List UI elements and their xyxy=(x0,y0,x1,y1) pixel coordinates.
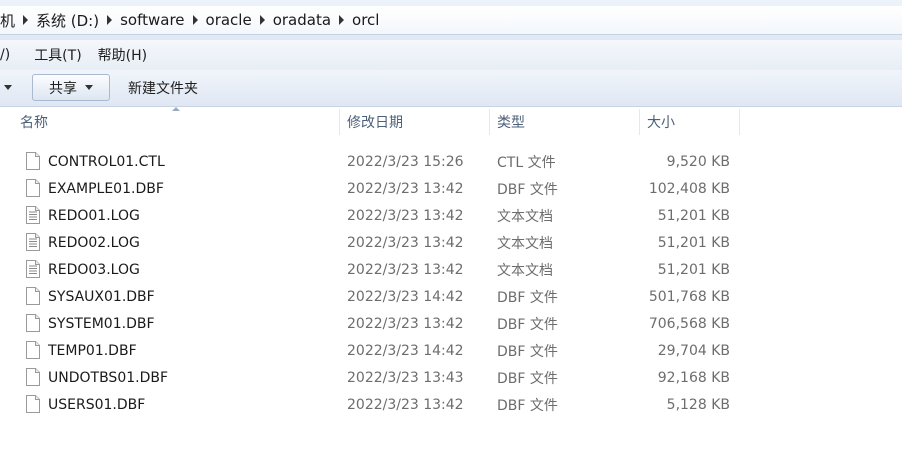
file-row[interactable]: EXAMPLE01.DBF 2022/3/23 13:42 DBF 文件 102… xyxy=(0,175,902,202)
column-date[interactable]: 修改日期 xyxy=(339,107,489,137)
text-file-icon xyxy=(26,233,40,251)
file-name: EXAMPLE01.DBF xyxy=(48,180,164,197)
text-file-icon xyxy=(26,260,40,278)
file-size: 5,128 KB xyxy=(666,396,730,413)
chevron-right-icon[interactable] xyxy=(259,15,265,25)
file-row[interactable]: CONTROL01.CTL 2022/3/23 15:26 CTL 文件 9,5… xyxy=(0,148,902,175)
menu-view[interactable]: /) xyxy=(0,47,18,63)
breadcrumb-software[interactable]: software xyxy=(114,11,190,29)
chevron-down-icon xyxy=(85,85,93,90)
file-row[interactable]: REDO01.LOG 2022/3/23 13:42 文本文档 51,201 K… xyxy=(0,202,902,229)
blank-file-icon xyxy=(26,341,40,359)
file-date: 2022/3/23 13:42 xyxy=(347,234,464,251)
file-type: 文本文档 xyxy=(497,262,553,279)
column-name-label: 名称 xyxy=(20,115,48,131)
organize-dropdown-icon[interactable] xyxy=(4,85,12,90)
file-name: UNDOTBS01.DBF xyxy=(48,369,169,386)
address-bar-area: 机 系统 (D:) software oracle oradata orcl xyxy=(0,0,902,40)
file-date: 2022/3/23 13:42 xyxy=(347,207,464,224)
file-date: 2022/3/23 13:42 xyxy=(347,180,464,197)
file-type: CTL 文件 xyxy=(497,154,556,171)
file-row[interactable]: SYSTEM01.DBF 2022/3/23 13:42 DBF 文件 706,… xyxy=(0,310,902,337)
file-date: 2022/3/23 13:43 xyxy=(347,369,464,386)
file-size: 51,201 KB xyxy=(657,261,730,278)
chevron-right-icon[interactable] xyxy=(107,15,113,25)
file-type: DBF 文件 xyxy=(497,397,558,414)
file-type: DBF 文件 xyxy=(497,289,558,306)
file-date: 2022/3/23 13:42 xyxy=(347,261,464,278)
file-date: 2022/3/23 15:26 xyxy=(347,153,464,170)
file-name: SYSTEM01.DBF xyxy=(48,315,155,332)
chevron-right-icon[interactable] xyxy=(23,15,29,25)
breadcrumb-orcl[interactable]: orcl xyxy=(346,11,385,29)
address-bar[interactable]: 机 系统 (D:) software oracle oradata orcl xyxy=(0,6,902,35)
file-type: DBF 文件 xyxy=(497,316,558,333)
file-row[interactable]: REDO03.LOG 2022/3/23 13:42 文本文档 51,201 K… xyxy=(0,256,902,283)
blank-file-icon xyxy=(26,287,40,305)
blank-file-icon xyxy=(26,314,40,332)
menu-help[interactable]: 帮助(H) xyxy=(90,45,155,65)
file-row[interactable]: SYSAUX01.DBF 2022/3/23 14:42 DBF 文件 501,… xyxy=(0,283,902,310)
file-row[interactable]: REDO02.LOG 2022/3/23 13:42 文本文档 51,201 K… xyxy=(0,229,902,256)
file-date: 2022/3/23 14:42 xyxy=(347,288,464,305)
column-type-label: 类型 xyxy=(497,115,525,131)
file-date: 2022/3/23 13:42 xyxy=(347,396,464,413)
breadcrumb-drive-d[interactable]: 系统 (D:) xyxy=(30,10,105,31)
file-name: USERS01.DBF xyxy=(48,396,146,413)
column-divider[interactable] xyxy=(739,109,740,135)
file-list: CONTROL01.CTL 2022/3/23 15:26 CTL 文件 9,5… xyxy=(0,148,902,418)
file-type: 文本文档 xyxy=(497,235,553,252)
file-size: 92,168 KB xyxy=(657,369,730,386)
file-name: REDO03.LOG xyxy=(48,261,140,278)
column-date-label: 修改日期 xyxy=(347,115,403,131)
breadcrumb-computer[interactable]: 机 xyxy=(0,10,21,31)
file-size: 51,201 KB xyxy=(657,207,730,224)
file-size: 29,704 KB xyxy=(657,342,730,359)
file-name: CONTROL01.CTL xyxy=(48,153,165,170)
file-type: DBF 文件 xyxy=(497,343,558,360)
file-type: 文本文档 xyxy=(497,208,553,225)
chevron-right-icon[interactable] xyxy=(192,15,198,25)
file-date: 2022/3/23 13:42 xyxy=(347,315,464,332)
file-type: DBF 文件 xyxy=(497,181,558,198)
menu-tools[interactable]: 工具(T) xyxy=(18,45,89,65)
new-folder-label: 新建文件夹 xyxy=(128,80,198,97)
column-size-label: 大小 xyxy=(647,115,675,131)
command-toolbar: 共享 新建文件夹 xyxy=(0,70,902,107)
column-size[interactable]: 大小 xyxy=(639,107,739,137)
column-header: 名称 修改日期 类型 大小 xyxy=(0,107,902,137)
breadcrumb-oracle[interactable]: oracle xyxy=(200,11,258,29)
column-type[interactable]: 类型 xyxy=(489,107,639,137)
share-label: 共享 xyxy=(49,80,77,97)
chevron-right-icon[interactable] xyxy=(339,15,345,25)
file-type: DBF 文件 xyxy=(497,370,558,387)
file-date: 2022/3/23 14:42 xyxy=(347,342,464,359)
file-size: 501,768 KB xyxy=(648,288,730,305)
column-name[interactable]: 名称 xyxy=(12,107,338,137)
blank-file-icon xyxy=(26,368,40,386)
blank-file-icon xyxy=(26,152,40,170)
file-size: 51,201 KB xyxy=(657,234,730,251)
file-size: 9,520 KB xyxy=(666,153,730,170)
file-size: 102,408 KB xyxy=(648,180,730,197)
file-name: TEMP01.DBF xyxy=(48,342,137,359)
menu-bar: /) 工具(T) 帮助(H) xyxy=(0,40,902,70)
breadcrumb-oradata[interactable]: oradata xyxy=(267,11,337,29)
file-name: SYSAUX01.DBF xyxy=(48,288,155,305)
file-name: REDO01.LOG xyxy=(48,207,140,224)
blank-file-icon xyxy=(26,179,40,197)
file-name: REDO02.LOG xyxy=(48,234,140,251)
file-size: 706,568 KB xyxy=(648,315,730,332)
share-button[interactable]: 共享 xyxy=(32,74,110,101)
file-row[interactable]: USERS01.DBF 2022/3/23 13:42 DBF 文件 5,128… xyxy=(0,391,902,418)
blank-file-icon xyxy=(26,395,40,413)
file-row[interactable]: UNDOTBS01.DBF 2022/3/23 13:43 DBF 文件 92,… xyxy=(0,364,902,391)
new-folder-button[interactable]: 新建文件夹 xyxy=(122,74,204,101)
text-file-icon xyxy=(26,206,40,224)
file-row[interactable]: TEMP01.DBF 2022/3/23 14:42 DBF 文件 29,704… xyxy=(0,337,902,364)
